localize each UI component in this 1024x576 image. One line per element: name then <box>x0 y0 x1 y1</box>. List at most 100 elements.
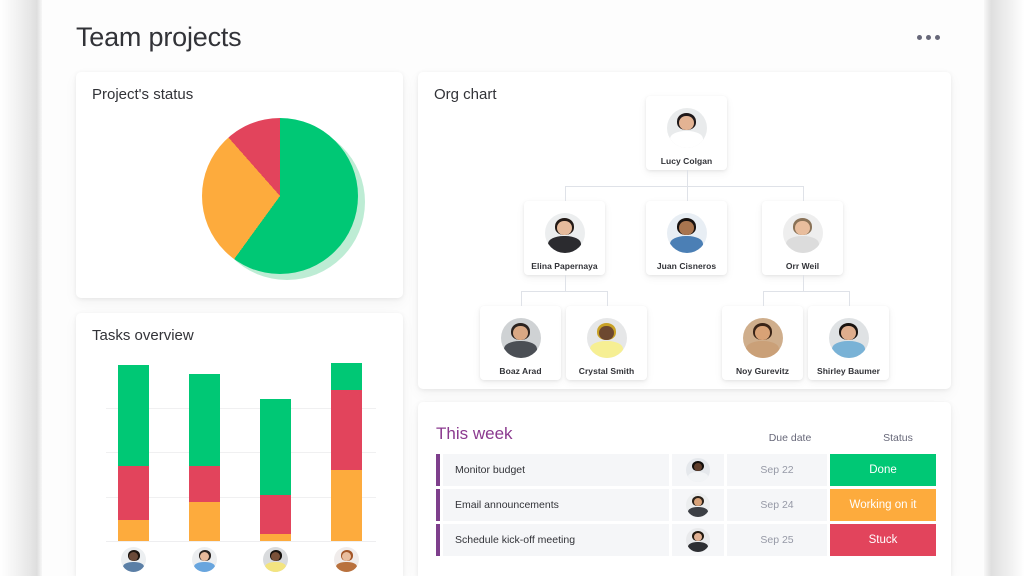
org-node-name: Noy Gurevitz <box>735 366 790 376</box>
row-accent-bar <box>436 524 440 556</box>
bar-segment-working-on-it[interactable] <box>189 466 220 502</box>
avatar-shoulders <box>831 341 866 358</box>
org-node[interactable]: Juan Cisneros <box>646 201 727 275</box>
avatar-shoulders <box>687 506 709 517</box>
org-connector <box>686 170 688 186</box>
avatar-face <box>755 326 770 341</box>
org-node[interactable]: Boaz Arad <box>480 306 561 380</box>
org-node[interactable]: Elina Papernaya <box>524 201 605 275</box>
bar-segment-done[interactable] <box>118 364 149 467</box>
table-row[interactable]: Schedule kick-off meeting Sep 25 Stuck <box>436 524 936 556</box>
org-node-name: Juan Cisneros <box>656 261 717 271</box>
frame-edge-right <box>984 0 1024 576</box>
bar-axis-avatar[interactable] <box>263 547 288 572</box>
pie-chart-projects-status[interactable]: Done: 60Working on it: 28.5Stuck: 11.5 <box>76 108 403 298</box>
org-node-avatar[interactable] <box>782 213 823 253</box>
avatar-shoulders <box>194 561 215 572</box>
org-connector <box>848 291 850 306</box>
page-title: Team projects <box>76 22 242 52</box>
card-title-projects-status: Project's status <box>92 86 194 103</box>
table-row[interactable]: Email announcements Sep 24 Working on it <box>436 489 936 521</box>
avatar-face <box>679 221 694 236</box>
org-node[interactable]: Shirley Baumer <box>808 306 889 380</box>
card-projects-status: Project's status Done: 60Working on it: … <box>76 72 403 298</box>
org-node-avatar[interactable] <box>666 213 707 253</box>
status-badge[interactable]: Stuck <box>830 524 936 556</box>
bar-segment-working-on-it[interactable] <box>118 466 149 520</box>
org-connector <box>564 275 566 291</box>
bar-segment-done[interactable] <box>189 373 220 467</box>
org-connector <box>802 186 804 201</box>
avatar-face <box>599 326 614 341</box>
bar-axis-avatar[interactable] <box>121 547 146 572</box>
avatar-face <box>557 221 572 236</box>
row-avatar[interactable] <box>686 458 710 482</box>
cell-task-name[interactable]: Monitor budget <box>443 454 669 486</box>
org-node-avatar[interactable] <box>666 108 707 148</box>
more-horizontal-icon[interactable] <box>913 31 944 44</box>
column-header-due-date: Due date <box>768 432 812 444</box>
org-node-name: Boaz Arad <box>499 366 542 376</box>
card-tasks-overview: Tasks overview <box>76 313 403 576</box>
status-badge[interactable]: Done <box>830 454 936 486</box>
org-connector <box>686 186 688 201</box>
avatar-shoulders <box>687 471 709 482</box>
bar-segment-stuck[interactable] <box>331 469 362 541</box>
dot-2 <box>926 35 931 40</box>
org-node[interactable]: Orr Weil <box>762 201 843 275</box>
dot-3 <box>935 35 940 40</box>
row-avatar[interactable] <box>686 528 710 552</box>
org-node[interactable]: Crystal Smith <box>566 306 647 380</box>
row-avatar[interactable] <box>686 493 710 517</box>
bar-segment-working-on-it[interactable] <box>260 494 291 534</box>
bar-segment-done[interactable] <box>331 363 362 390</box>
bar-column[interactable] <box>260 398 291 541</box>
org-node-name: Lucy Colgan <box>660 156 713 166</box>
avatar-shoulders <box>547 236 582 253</box>
bar-axis-avatar[interactable] <box>334 547 359 572</box>
bar-segment-done[interactable] <box>260 398 291 495</box>
pie-slices[interactable]: Done: 60Working on it: 28.5Stuck: 11.5 <box>202 118 358 274</box>
cell-due-date[interactable]: Sep 22 <box>727 454 827 486</box>
org-node[interactable]: Lucy Colgan <box>646 96 727 170</box>
avatar-face <box>342 552 351 561</box>
org-connector <box>564 186 566 201</box>
org-connector <box>606 291 608 306</box>
org-connector <box>520 291 607 292</box>
org-node-name: Shirley Baumer <box>816 366 881 376</box>
org-node-avatar[interactable] <box>544 213 585 253</box>
bar-column[interactable] <box>118 364 149 541</box>
status-badge[interactable]: Working on it <box>830 489 936 521</box>
org-node-avatar[interactable] <box>500 318 541 358</box>
avatar-face <box>513 326 528 341</box>
cell-person[interactable] <box>672 454 724 486</box>
bar-segment-working-on-it[interactable] <box>331 389 362 470</box>
avatar-shoulders <box>785 236 820 253</box>
bar-column[interactable] <box>189 373 220 541</box>
cell-person[interactable] <box>672 489 724 521</box>
org-node[interactable]: Noy Gurevitz <box>722 306 803 380</box>
bar-axis-avatar[interactable] <box>192 547 217 572</box>
cell-person[interactable] <box>672 524 724 556</box>
org-node-name: Orr Weil <box>785 261 820 271</box>
bar-segment-stuck[interactable] <box>260 533 291 541</box>
bar-column[interactable] <box>331 363 362 541</box>
cell-task-name[interactable]: Schedule kick-off meeting <box>443 524 669 556</box>
bar-segment-stuck[interactable] <box>118 519 149 541</box>
frame-edge-left <box>0 0 42 576</box>
page-canvas: Team projects Project's status Done: 60W… <box>40 0 985 576</box>
column-header-status: Status <box>883 432 913 444</box>
bar-chart-tasks-overview[interactable] <box>76 355 403 576</box>
avatar-face <box>795 221 810 236</box>
org-node-avatar[interactable] <box>586 318 627 358</box>
cell-due-date[interactable]: Sep 25 <box>727 524 827 556</box>
org-node-avatar[interactable] <box>742 318 783 358</box>
org-node-avatar[interactable] <box>828 318 869 358</box>
row-accent-bar <box>436 454 440 486</box>
avatar-face <box>271 552 280 561</box>
cell-task-name[interactable]: Email announcements <box>443 489 669 521</box>
cell-due-date[interactable]: Sep 24 <box>727 489 827 521</box>
avatar-shoulders <box>745 341 780 358</box>
bar-segment-stuck[interactable] <box>189 501 220 541</box>
table-row[interactable]: Monitor budget Sep 22 Done <box>436 454 936 486</box>
